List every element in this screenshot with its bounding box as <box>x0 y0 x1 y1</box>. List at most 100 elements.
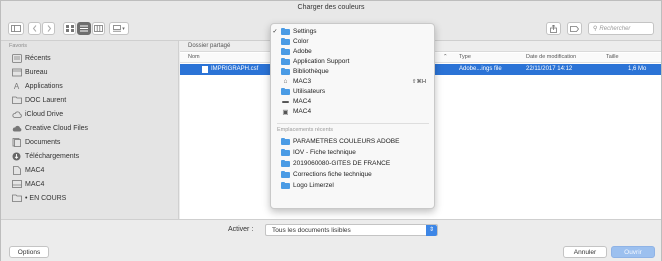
sidebar-item-en-cours[interactable]: • EN COURS <box>11 191 66 205</box>
sidebar: Favoris Récents Bureau A Applications DO… <box>1 41 179 219</box>
activate-select[interactable]: Tous les documents lisibles ⇕ <box>265 224 438 236</box>
cloud-icon <box>11 109 22 119</box>
menu-item-label: Corrections fiche technique <box>293 171 372 179</box>
sidebar-item-icloud[interactable]: iCloud Drive <box>11 107 63 121</box>
open-button[interactable]: Ouvrir <box>611 246 655 258</box>
folder-icon <box>281 159 290 167</box>
menu-item-label: 2019060080-GITES DE FRANCE <box>293 160 391 168</box>
menu-item-label: MAC4 <box>293 98 312 106</box>
folder-icon <box>11 95 22 105</box>
row-name: IMPRIGRAPH.csf <box>211 66 259 72</box>
folder-icon <box>281 67 290 75</box>
menu-item-recent[interactable]: 2019060080-GITES DE FRANCE <box>271 159 434 169</box>
icon-view-button[interactable] <box>63 22 76 35</box>
bottom-bar: Activer : Tous les documents lisibles ⇕ … <box>1 219 661 261</box>
menu-item-label: PARAMETRES COULEURS ADOBE <box>293 138 400 146</box>
menu-item-adobe[interactable]: Adobe <box>271 47 434 57</box>
columns-icon <box>94 25 103 32</box>
menu-item-label: Bibliothèque <box>293 68 329 76</box>
options-button[interactable]: Options <box>9 246 49 258</box>
desktop-icon <box>11 67 22 77</box>
forward-button[interactable] <box>42 22 55 35</box>
search-field[interactable]: ⚲ Rechercher <box>588 22 654 35</box>
search-icon: ⚲ <box>593 26 598 32</box>
menu-item-label: Settings <box>293 28 317 36</box>
column-view-button[interactable] <box>92 22 105 35</box>
sidebar-item-label: Creative Cloud Files <box>25 124 89 132</box>
sidebar-item-label: MAC4 <box>25 166 45 174</box>
folder-icon <box>281 148 290 156</box>
computer-icon: ▣ <box>282 108 289 116</box>
menu-item-bibliotheque[interactable]: Bibliothèque <box>271 67 434 77</box>
sidebar-toggle-button[interactable] <box>8 22 24 35</box>
sidebar-item-documents[interactable]: Documents <box>11 135 60 149</box>
sidebar-item-applications[interactable]: A Applications <box>11 79 63 93</box>
sidebar-item-label: Documents <box>25 138 61 146</box>
drive-icon <box>11 179 22 189</box>
menu-item-settings[interactable]: ✓ Settings <box>271 27 434 37</box>
menu-item-label: Adobe <box>293 48 312 56</box>
sidebar-item-mac4-drive[interactable]: MAC4 <box>11 177 44 191</box>
activate-value: Tous les documents lisibles <box>272 227 351 234</box>
menu-item-label: Color <box>293 38 309 46</box>
folder-icon <box>11 193 22 203</box>
menu-separator <box>277 123 429 124</box>
column-modified[interactable]: Date de modification <box>526 54 576 60</box>
column-size[interactable]: Taille <box>606 54 619 60</box>
menu-item-label: MAC4 <box>293 108 312 116</box>
folder-icon <box>281 181 290 189</box>
folder-icon <box>281 37 290 45</box>
folder-icon <box>281 57 290 65</box>
menu-item-recent[interactable]: Logo Limerzel <box>271 181 434 191</box>
sidebar-item-label: Bureau <box>25 68 48 76</box>
sidebar-item-creative-cloud[interactable]: Creative Cloud Files <box>11 121 88 135</box>
sidebar-item-recents[interactable]: Récents <box>11 51 51 65</box>
download-icon <box>11 151 22 161</box>
folder-icon <box>281 170 290 178</box>
group-view-button[interactable]: ▾ <box>109 22 129 35</box>
home-icon: ⌂ <box>283 78 288 86</box>
chevron-down-icon: ▾ <box>122 25 125 32</box>
sidebar-item-doc-laurent[interactable]: DOC Laurent <box>11 93 66 107</box>
share-button[interactable] <box>546 22 561 35</box>
file-icon <box>202 66 208 73</box>
applications-icon: A <box>13 81 20 91</box>
creative-cloud-icon <box>11 123 22 133</box>
menu-item-mac4-computer[interactable]: ▣ MAC4 <box>271 107 434 117</box>
column-type[interactable]: Type <box>459 54 471 60</box>
menu-item-color[interactable]: Color <box>271 37 434 47</box>
column-name[interactable]: Nom <box>188 54 200 60</box>
cancel-button[interactable]: Annuler <box>563 246 607 258</box>
sidebar-item-label: • EN COURS <box>25 194 67 202</box>
row-size: 1,6 Mo <box>628 66 647 72</box>
folder-icon <box>281 27 290 35</box>
menu-item-application-support[interactable]: Application Support <box>271 57 434 67</box>
chevron-left-icon <box>32 25 36 32</box>
list-view-button[interactable] <box>77 22 91 35</box>
sidebar-item-label: Applications <box>25 82 63 90</box>
menu-item-recent[interactable]: Corrections fiche technique <box>271 170 434 180</box>
open-dialog: Charger des couleurs ▾ ⚲ Rechercher Favo… <box>0 0 662 261</box>
sidebar-icon <box>11 25 21 32</box>
list-icon <box>80 25 88 32</box>
sidebar-item-desktop[interactable]: Bureau <box>11 65 48 79</box>
tag-button[interactable] <box>567 22 582 35</box>
sidebar-heading: Favoris <box>9 43 28 49</box>
menu-item-mac4-drive[interactable]: ▬ MAC4 <box>271 97 434 107</box>
recent-places-heading: Emplacements récents <box>277 127 333 133</box>
folder-icon <box>281 87 290 95</box>
drive-icon: ▬ <box>282 98 289 106</box>
back-button[interactable] <box>28 22 41 35</box>
menu-item-label: Logo Limerzel <box>293 182 334 190</box>
gallery-icon <box>113 25 122 32</box>
sidebar-item-mac4-file[interactable]: MAC4 <box>11 163 44 177</box>
sidebar-item-label: MAC4 <box>25 180 45 188</box>
menu-item-recent[interactable]: IOV - Fiche technique <box>271 148 434 158</box>
menu-item-label: IOV - Fiche technique <box>293 149 356 157</box>
sidebar-item-downloads[interactable]: Téléchargements <box>11 149 79 163</box>
dialog-title: Charger des couleurs <box>1 1 661 15</box>
menu-item-mac3-home[interactable]: ⌂ MAC3 ⇧⌘H <box>271 77 434 87</box>
menu-item-recent[interactable]: PARAMETRES COULEURS ADOBE <box>271 137 434 147</box>
menu-item-utilisateurs[interactable]: Utilisateurs <box>271 87 434 97</box>
menu-shortcut: ⇧⌘H <box>411 78 426 85</box>
